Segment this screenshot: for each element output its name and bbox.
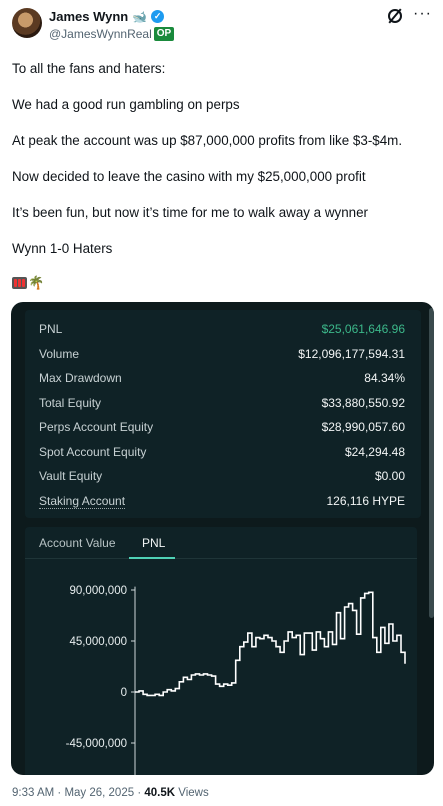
stat-value: 126,116 HYPE bbox=[326, 493, 406, 508]
avatar[interactable] bbox=[12, 8, 42, 38]
stat-label: Spot Account Equity bbox=[39, 444, 147, 459]
more-options-icon[interactable]: ··· bbox=[413, 5, 432, 23]
post-line: We had a good run gambling on perps bbox=[12, 97, 240, 112]
scrollbar[interactable] bbox=[429, 308, 434, 618]
stat-value: $12,096,177,594.31 bbox=[298, 346, 405, 361]
stat-value: $28,990,057.60 bbox=[321, 420, 405, 434]
post-line: At peak the account was up $87,000,000 p… bbox=[12, 133, 403, 148]
post-line: Now decided to leave the casino with my … bbox=[12, 169, 366, 184]
post-line: Wynn 1-0 Haters bbox=[12, 241, 113, 256]
name-row: James Wynn 🐋 ✓ bbox=[49, 9, 165, 24]
y-tick-label: 0 bbox=[121, 687, 127, 699]
post-date[interactable]: May 26, 2025 bbox=[64, 787, 134, 799]
emoji-line: 🌴 bbox=[12, 275, 44, 291]
display-name[interactable]: James Wynn bbox=[49, 9, 128, 24]
stat-label: Max Drawdown bbox=[39, 371, 122, 385]
post-meta: 9:33 AM · May 26, 2025 · 40.5K Views bbox=[12, 787, 209, 799]
post-time[interactable]: 9:33 AM bbox=[12, 787, 54, 799]
stat-label: Volume bbox=[39, 346, 80, 361]
stat-row-max-drawdown: Max Drawdown 84.34% bbox=[39, 371, 405, 389]
stat-row-pnl: PNL $25,061,646.96 bbox=[39, 322, 405, 340]
stat-label: Staking Account bbox=[39, 493, 126, 509]
stat-row-spot-equity: Spot Account Equity $24,294.48 bbox=[39, 445, 405, 463]
stat-row-volume: Volume $12,096,177,594.31 bbox=[39, 347, 405, 365]
pnl-series-line bbox=[135, 591, 406, 697]
stat-value: $25,061,646.96 bbox=[321, 322, 405, 336]
stat-value: $24,294.48 bbox=[344, 444, 405, 459]
stat-row-perps-equity: Perps Account Equity $28,990,057.60 bbox=[39, 420, 405, 438]
handle[interactable]: @JamesWynnReal bbox=[49, 27, 152, 41]
stat-row-staking-account: Staking Account 126,116 HYPE bbox=[39, 494, 405, 512]
stat-value: $33,880,550.92 bbox=[321, 395, 405, 410]
stat-label: Total Equity bbox=[39, 395, 102, 410]
whale-emoji: 🐋 bbox=[132, 9, 148, 24]
y-tick-label: 45,000,000 bbox=[69, 636, 127, 648]
attached-image[interactable]: PNL $25,061,646.96 Volume $12,096,177,59… bbox=[11, 302, 434, 775]
stat-row-total-equity: Total Equity $33,880,550.92 bbox=[39, 396, 405, 414]
views-label: Views bbox=[178, 787, 209, 799]
verified-icon: ✓ bbox=[151, 10, 165, 23]
grok-icon[interactable] bbox=[388, 9, 402, 23]
palm-tree-icon: 🌴 bbox=[28, 275, 45, 290]
y-tick-label: -45,000,000 bbox=[66, 738, 127, 750]
stat-label: PNL bbox=[39, 322, 63, 336]
pnl-chart: 90,000,000 45,000,000 0 -45,000,000 bbox=[66, 585, 406, 775]
stat-row-vault-equity: Vault Equity $0.00 bbox=[39, 469, 405, 487]
stat-value: 84.34% bbox=[364, 371, 405, 385]
stat-label: Perps Account Equity bbox=[39, 420, 154, 434]
post-line: It’s been fun, but now it’s time for me … bbox=[12, 205, 369, 220]
op-badge: OP bbox=[153, 27, 175, 41]
chart-panel: Account Value PNL 90,000,000 45,000,000 0-… bbox=[25, 527, 417, 775]
handle-row: @JamesWynnReal OP bbox=[49, 27, 175, 41]
y-tick-label: 90,000,000 bbox=[69, 585, 127, 597]
post-header: James Wynn 🐋 ✓ @JamesWynnReal OP ··· bbox=[12, 5, 432, 46]
stat-label: Vault Equity bbox=[39, 469, 103, 483]
stat-value: $0.00 bbox=[374, 469, 405, 483]
post-line: To all the fans and haters: bbox=[12, 61, 166, 76]
stats-panel: PNL $25,061,646.96 Volume $12,096,177,59… bbox=[25, 310, 421, 518]
views-count: 40.5K bbox=[144, 787, 176, 799]
slot-machine-icon bbox=[12, 277, 27, 289]
